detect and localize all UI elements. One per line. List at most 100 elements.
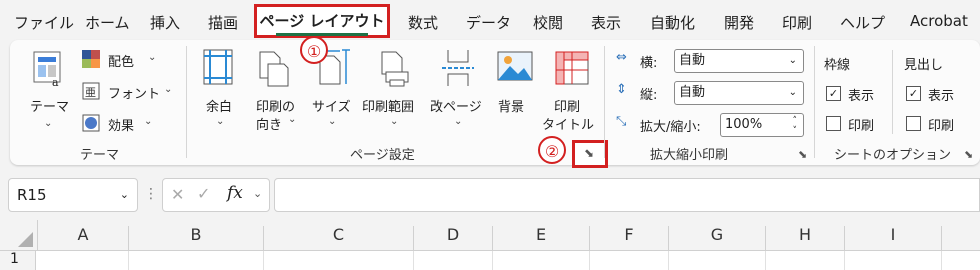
- chevron-down-icon: ⌄: [288, 114, 297, 125]
- column-separator[interactable]: [941, 226, 942, 250]
- cell-border: [128, 251, 129, 270]
- grid-row: 1: [0, 251, 980, 270]
- tab-home[interactable]: ホーム: [85, 12, 130, 33]
- height-icon: ⇕: [616, 82, 627, 97]
- chevron-down-icon: ⌄: [788, 87, 797, 98]
- colors-label: 配色: [108, 55, 135, 70]
- headings-print-checkbox[interactable]: [906, 116, 921, 131]
- option-divider: [892, 50, 893, 134]
- headings-print-label: 印刷: [928, 119, 955, 134]
- column-header-a[interactable]: A: [38, 220, 128, 250]
- fonts-button[interactable]: 亜 フォント ⌄: [82, 82, 172, 104]
- breaks-icon: [442, 50, 474, 86]
- effects-button[interactable]: 効果 ⌄: [82, 114, 172, 136]
- margins-button[interactable]: 余白 ⌄: [200, 48, 244, 136]
- cell-border: [263, 251, 264, 270]
- column-header-d[interactable]: D: [414, 220, 492, 250]
- headings-view-label: 表示: [928, 89, 955, 104]
- size-label: サイズ: [312, 100, 351, 115]
- margins-icon: [203, 49, 233, 85]
- chevron-down-icon: ⌄: [328, 116, 337, 127]
- print-titles-label-line1: 印刷: [554, 100, 581, 115]
- gridlines-label: 枠線: [824, 58, 851, 73]
- page-setup-dialog-launcher[interactable]: ⬊: [572, 140, 608, 168]
- scale-dialog-launcher-icon[interactable]: ⬊: [798, 148, 807, 161]
- gridlines-view-checkbox[interactable]: ✓: [826, 86, 841, 101]
- tab-automate[interactable]: 自動化: [650, 12, 695, 33]
- tab-data[interactable]: データ: [466, 12, 511, 33]
- chevron-down-icon: ⌄: [148, 52, 157, 63]
- print-area-label: 印刷範囲: [362, 100, 415, 115]
- dialog-launcher-icon: ⬊: [584, 146, 595, 160]
- fonts-label: フォント: [108, 87, 161, 102]
- gridlines-print-checkbox[interactable]: [826, 116, 841, 131]
- background-label: 背景: [498, 100, 525, 115]
- column-header-b[interactable]: B: [129, 220, 263, 250]
- tab-developer[interactable]: 開発: [724, 12, 754, 33]
- more-vertical-icon[interactable]: ⋮: [144, 186, 158, 202]
- print-titles-icon: [555, 51, 589, 85]
- svg-text:亜: 亜: [85, 86, 96, 99]
- callout-2: ②: [538, 136, 566, 164]
- tab-help[interactable]: ヘルプ: [840, 12, 885, 33]
- column-header-i[interactable]: I: [845, 220, 941, 250]
- cell-border: [844, 251, 845, 270]
- headings-view-checkbox[interactable]: ✓: [906, 86, 921, 101]
- column-header-c[interactable]: C: [264, 220, 413, 250]
- orientation-icon: [259, 51, 289, 87]
- width-select[interactable]: 自動 ⌄: [674, 49, 804, 73]
- themes-button[interactable]: a テーマ ⌄: [28, 48, 72, 136]
- menu-bar: ファイル ホーム 挿入 描画 ページ レイアウト 数式 データ 校閲 表示 自動…: [0, 0, 980, 44]
- height-select[interactable]: 自動 ⌄: [674, 81, 804, 105]
- effects-label: 効果: [108, 119, 135, 134]
- print-area-button[interactable]: 印刷範囲 ⌄: [362, 48, 428, 136]
- cell-border: [413, 251, 414, 270]
- colors-icon: [82, 50, 100, 68]
- sheet-options-dialog-launcher-icon[interactable]: ⬊: [964, 148, 973, 161]
- scale-icon: ⤡: [616, 114, 627, 129]
- width-icon: ⇔: [616, 50, 627, 65]
- background-button[interactable]: 背景: [496, 48, 542, 136]
- tab-insert[interactable]: 挿入: [150, 12, 180, 33]
- print-titles-button[interactable]: 印刷 タイトル: [542, 48, 600, 140]
- cancel-icon[interactable]: ✕: [171, 185, 184, 204]
- tab-formulas[interactable]: 数式: [408, 12, 438, 33]
- callout-1: ①: [300, 36, 328, 64]
- formula-input[interactable]: [274, 178, 980, 212]
- tab-view[interactable]: 表示: [591, 12, 621, 33]
- height-value: 自動: [679, 85, 706, 100]
- column-header-e[interactable]: E: [493, 220, 589, 250]
- group-divider: [604, 46, 605, 158]
- cell-border: [668, 251, 669, 270]
- chevron-down-icon: ⌄: [164, 84, 173, 95]
- breaks-label: 改ページ: [430, 100, 482, 115]
- scale-to-fit-group-label: 拡大縮小印刷: [650, 148, 729, 163]
- scale-spinner[interactable]: 100% ˄ ˅: [720, 113, 804, 137]
- colors-button[interactable]: 配色 ⌄: [82, 50, 172, 72]
- column-header-h[interactable]: H: [766, 220, 844, 250]
- breaks-button[interactable]: 改ページ ⌄: [430, 48, 490, 136]
- row-header-1[interactable]: 1: [0, 251, 36, 270]
- width-label: 横:: [640, 56, 658, 71]
- name-box[interactable]: R15 ⌄: [8, 178, 138, 212]
- enter-check-icon[interactable]: ✓: [197, 184, 210, 203]
- tab-review[interactable]: 校閲: [533, 12, 563, 33]
- chevron-down-icon: ⌄: [788, 55, 797, 66]
- orientation-label-line1: 印刷の: [256, 100, 296, 115]
- tab-file[interactable]: ファイル: [14, 12, 74, 33]
- column-header-f[interactable]: F: [590, 220, 668, 250]
- insert-function-icon[interactable]: fx: [227, 183, 243, 203]
- tab-print[interactable]: 印刷: [782, 12, 812, 33]
- orientation-button[interactable]: 印刷の 向き ⌄: [252, 48, 304, 140]
- print-area-icon: [381, 51, 409, 87]
- spin-down-icon[interactable]: ˅: [793, 120, 798, 142]
- effects-icon: [82, 114, 100, 132]
- headings-label: 見出し: [904, 58, 944, 73]
- tab-acrobat[interactable]: Acrobat: [910, 12, 968, 30]
- column-header-g[interactable]: G: [669, 220, 765, 250]
- chevron-down-icon[interactable]: ⌄: [253, 187, 262, 200]
- scale-label: 拡大/縮小:: [640, 120, 701, 135]
- tab-draw[interactable]: 描画: [208, 12, 238, 33]
- select-all-corner[interactable]: [0, 220, 38, 250]
- svg-text:a: a: [52, 76, 59, 88]
